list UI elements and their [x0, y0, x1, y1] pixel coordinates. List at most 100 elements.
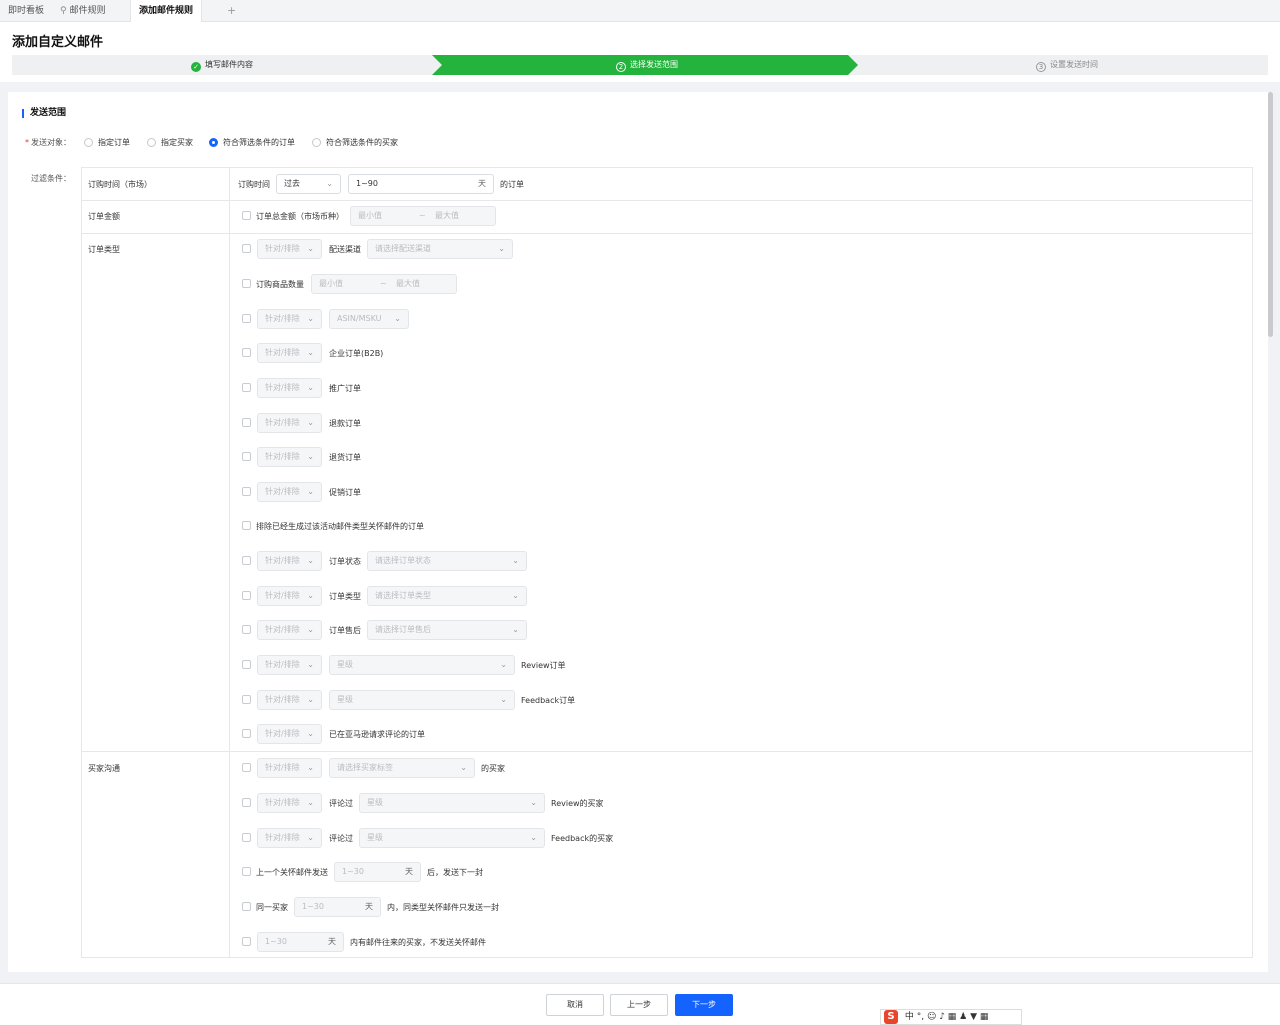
chevron-down-icon: ⌄: [307, 452, 314, 461]
quantity-checkbox[interactable]: [242, 279, 251, 288]
recent-mail-checkbox[interactable]: [242, 937, 251, 946]
scrollbar-thumb[interactable]: [1268, 92, 1273, 337]
order-kind-label: 订单类型: [329, 592, 361, 601]
chevron-down-icon: ⌄: [307, 798, 314, 807]
refund-checkbox[interactable]: [242, 418, 251, 427]
chevron-down-icon: ⌄: [500, 660, 507, 669]
step-number-icon: 3: [1036, 62, 1046, 72]
include-exclude-select[interactable]: 针对/排除 ⌄: [257, 551, 322, 571]
review-buyer-label: Review的买家: [551, 799, 604, 808]
pin-icon: ⚲: [60, 6, 67, 16]
last-care-label: 上一个关怀邮件发送: [256, 868, 328, 877]
radio-label: 符合筛选条件的订单: [223, 138, 295, 147]
chevron-down-icon: ⌄: [307, 383, 314, 392]
aftersale-checkbox[interactable]: [242, 625, 251, 634]
order-time-suffix: 的订单: [500, 180, 524, 189]
footer-bar: 取消 上一步 下一步: [0, 983, 1280, 1025]
range-tilde: ~: [380, 279, 387, 288]
next-step-button[interactable]: 下一步: [675, 994, 733, 1016]
feedback-star-select[interactable]: 星级 ⌄: [329, 690, 515, 710]
feedback-order-checkbox[interactable]: [242, 695, 251, 704]
include-exclude-select[interactable]: 针对/排除 ⌄: [257, 690, 322, 710]
radio-specified-buyer[interactable]: [147, 138, 156, 147]
radio-specified-order[interactable]: [84, 138, 93, 147]
include-exclude-select[interactable]: 针对/排除 ⌄: [257, 586, 322, 606]
promo-label: 推广订单: [329, 384, 361, 393]
add-tab-button[interactable]: +: [227, 0, 236, 22]
ime-toolbar[interactable]: S 中 °, ☺ ♪ ▦ ♟ ▼ ▦: [880, 1009, 1022, 1025]
buyer-tag-suffix: 的买家: [481, 764, 505, 773]
include-exclude-select[interactable]: 针对/排除 ⌄: [257, 309, 322, 329]
channel-checkbox[interactable]: [242, 244, 251, 253]
select-value: 针对/排除: [265, 383, 300, 392]
promo-checkbox[interactable]: [242, 383, 251, 392]
aftersale-select[interactable]: 请选择订单售后 ⌄: [367, 620, 527, 640]
quantity-range[interactable]: 最小值 ~ 最大值: [311, 274, 457, 294]
tab-label: 添加邮件规则: [139, 6, 194, 16]
include-exclude-select[interactable]: 针对/排除 ⌄: [257, 758, 322, 778]
include-exclude-select[interactable]: 针对/排除 ⌄: [257, 620, 322, 640]
b2b-checkbox[interactable]: [242, 348, 251, 357]
select-value: 针对/排除: [265, 660, 300, 669]
last-care-days-input[interactable]: 1~30 天: [334, 862, 421, 882]
scrollbar[interactable]: [1268, 92, 1274, 972]
order-amount-checkbox[interactable]: [242, 211, 251, 220]
include-exclude-select[interactable]: 针对/排除 ⌄: [257, 655, 322, 675]
row-header-order-type: 订单类型: [88, 245, 120, 254]
select-value: 针对/排除: [265, 798, 300, 807]
order-kind-select[interactable]: 请选择订单类型 ⌄: [367, 586, 527, 606]
order-time-range-input[interactable]: 1~90 天: [348, 174, 494, 194]
same-buyer-checkbox[interactable]: [242, 902, 251, 911]
tab-label: 即时看板: [8, 6, 45, 16]
same-buyer-days-input[interactable]: 1~30 天: [294, 897, 381, 917]
include-exclude-select[interactable]: 针对/排除 ⌄: [257, 239, 322, 259]
last-care-checkbox[interactable]: [242, 867, 251, 876]
b2b-label: 企业订单(B2B): [329, 349, 384, 358]
review-order-checkbox[interactable]: [242, 660, 251, 669]
recent-mail-days-input[interactable]: 1~30 天: [257, 932, 344, 952]
radio-filtered-orders[interactable]: [209, 138, 218, 147]
page-header: 添加自定义邮件 ✓ 填写邮件内容 2 选择发送范围 3 设置发送时间: [0, 22, 1280, 82]
buyer-tag-checkbox[interactable]: [242, 763, 251, 772]
select-placeholder: 星级: [337, 660, 353, 669]
order-status-checkbox[interactable]: [242, 556, 251, 565]
include-exclude-select[interactable]: 针对/排除 ⌄: [257, 378, 322, 398]
include-exclude-select[interactable]: 针对/排除 ⌄: [257, 793, 322, 813]
unit-label: 天: [405, 867, 413, 876]
prev-step-button[interactable]: 上一步: [610, 994, 668, 1016]
unit-label: 天: [478, 179, 486, 188]
include-exclude-select[interactable]: 针对/排除 ⌄: [257, 413, 322, 433]
order-time-select[interactable]: 过去 ⌄: [276, 174, 341, 194]
buyer-tag-select[interactable]: 请选择买家标签 ⌄: [329, 758, 475, 778]
feedback-buyer-star-select[interactable]: 星级 ⌄: [359, 828, 545, 848]
select-value: 针对/排除: [265, 625, 300, 634]
requested-review-checkbox[interactable]: [242, 729, 251, 738]
include-exclude-select[interactable]: 针对/排除 ⌄: [257, 343, 322, 363]
select-value: 针对/排除: [265, 556, 300, 565]
range-tilde: ~: [419, 211, 426, 220]
asin-checkbox[interactable]: [242, 314, 251, 323]
tab-add-mail-rule[interactable]: 添加邮件规则: [130, 0, 203, 22]
channel-select[interactable]: 请选择配送渠道 ⌄: [367, 239, 513, 259]
same-buyer-label: 同一买家: [256, 903, 288, 912]
review-buyer-star-select[interactable]: 星级 ⌄: [359, 793, 545, 813]
feedback-buyer-checkbox[interactable]: [242, 833, 251, 842]
include-exclude-select[interactable]: 针对/排除 ⌄: [257, 447, 322, 467]
promotion-checkbox[interactable]: [242, 487, 251, 496]
include-exclude-select[interactable]: 针对/排除 ⌄: [257, 482, 322, 502]
include-exclude-select[interactable]: 针对/排除 ⌄: [257, 724, 322, 744]
cancel-button[interactable]: 取消: [546, 994, 604, 1016]
asin-msku-select[interactable]: ASIN/MSKU ⌄: [329, 309, 409, 329]
order-status-select[interactable]: 请选择订单状态 ⌄: [367, 551, 527, 571]
review-star-select[interactable]: 星级 ⌄: [329, 655, 515, 675]
tab-mail-rules[interactable]: ⚲ 邮件规则: [52, 0, 114, 22]
tab-dashboard[interactable]: 即时看板: [0, 0, 52, 22]
review-buyer-checkbox[interactable]: [242, 798, 251, 807]
order-kind-checkbox[interactable]: [242, 591, 251, 600]
step-label: 填写邮件内容: [205, 60, 253, 69]
include-exclude-select[interactable]: 针对/排除 ⌄: [257, 828, 322, 848]
order-amount-range[interactable]: 最小值 ~ 最大值: [350, 206, 496, 226]
exclude-care-checkbox[interactable]: [242, 521, 251, 530]
return-checkbox[interactable]: [242, 452, 251, 461]
radio-filtered-buyers[interactable]: [312, 138, 321, 147]
